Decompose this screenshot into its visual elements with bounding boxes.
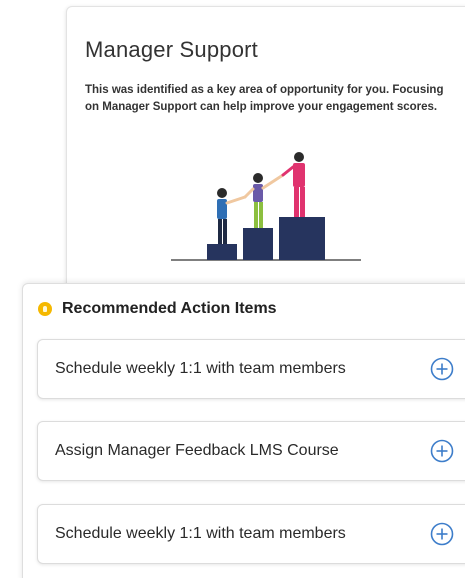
action-item[interactable]: Schedule weekly 1:1 with team members	[37, 339, 465, 399]
add-circle-icon[interactable]	[430, 522, 454, 546]
lightbulb-icon	[38, 302, 52, 316]
action-item-label: Schedule weekly 1:1 with team members	[55, 525, 346, 542]
add-circle-icon[interactable]	[430, 439, 454, 463]
teamwork-illustration	[171, 152, 361, 261]
recommended-actions-title: Recommended Action Items	[62, 300, 277, 317]
page: Manager Support This was identified as a…	[0, 0, 465, 578]
recommended-actions-header: Recommended Action Items	[38, 300, 277, 318]
focus-area-card: Manager Support This was identified as a…	[66, 6, 465, 298]
focus-area-description: This was identified as a key area of opp…	[85, 84, 444, 113]
action-item-label: Schedule weekly 1:1 with team members	[55, 360, 346, 377]
focus-area-title: Manager Support	[85, 37, 258, 62]
action-item[interactable]: Assign Manager Feedback LMS Course	[37, 421, 465, 481]
action-item[interactable]: Schedule weekly 1:1 with team members	[37, 504, 465, 564]
recommended-actions-panel: Recommended Action Items Schedule weekly…	[22, 283, 465, 578]
action-item-label: Assign Manager Feedback LMS Course	[55, 442, 339, 459]
add-circle-icon[interactable]	[430, 357, 454, 381]
